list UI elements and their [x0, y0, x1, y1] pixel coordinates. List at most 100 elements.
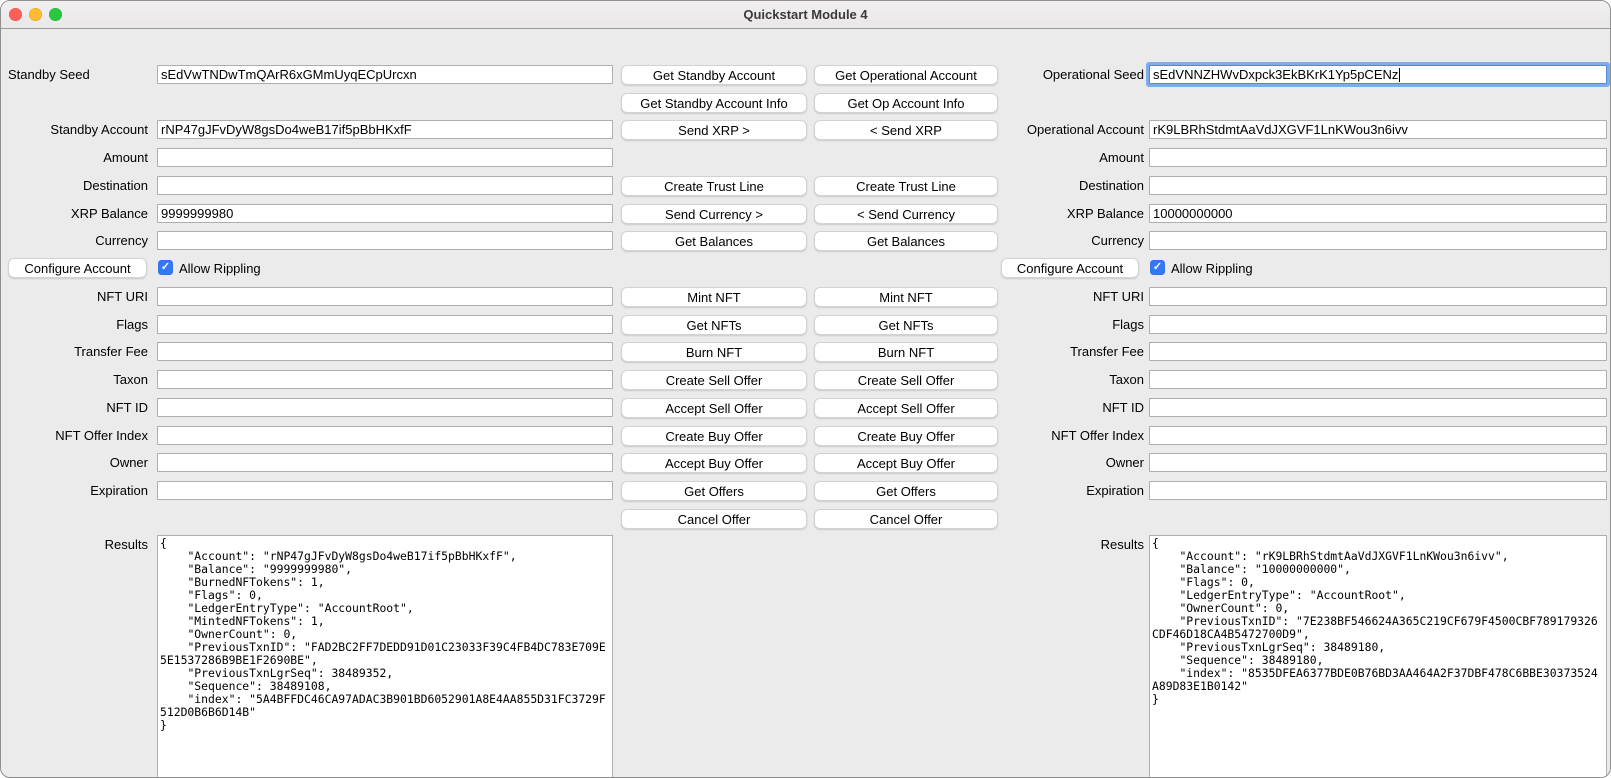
operational-transfer-fee-input[interactable] — [1149, 342, 1607, 361]
standby-taxon-input[interactable] — [157, 370, 613, 389]
standby-flags-input[interactable] — [157, 315, 613, 334]
standby-currency-input[interactable] — [157, 231, 613, 250]
standby-account-input[interactable] — [157, 120, 613, 139]
standby-nft-id-label: NFT ID — [1, 398, 148, 417]
operational-nft-offer-index-input[interactable] — [1149, 426, 1607, 445]
standby-create-sell-offer-button[interactable]: Create Sell Offer — [621, 370, 807, 390]
text-caret — [1399, 68, 1400, 82]
operational-cancel-offer-button[interactable]: Cancel Offer — [814, 509, 998, 529]
standby-allow-rippling-checkbox[interactable] — [158, 260, 173, 275]
standby-nft-uri-label: NFT URI — [1, 287, 148, 306]
minimize-button[interactable] — [29, 8, 42, 21]
operational-taxon-label: Taxon — [997, 370, 1144, 389]
operational-burn-nft-button[interactable]: Burn NFT — [814, 342, 998, 362]
operational-owner-label: Owner — [997, 453, 1144, 472]
standby-nft-offer-index-label: NFT Offer Index — [1, 426, 148, 445]
standby-get-balances-button[interactable]: Get Balances — [621, 231, 807, 251]
standby-create-trust-line-button[interactable]: Create Trust Line — [621, 176, 807, 196]
standby-xrp-balance-input[interactable] — [157, 204, 613, 223]
operational-owner-input[interactable] — [1149, 453, 1607, 472]
standby-amount-label: Amount — [1, 148, 148, 167]
operational-destination-input[interactable] — [1149, 176, 1607, 195]
operational-get-offers-button[interactable]: Get Offers — [814, 481, 998, 501]
standby-configure-account-button[interactable]: Configure Account — [8, 258, 147, 278]
get-operational-account-button[interactable]: Get Operational Account — [814, 65, 998, 85]
operational-expiration-label: Expiration — [997, 481, 1144, 500]
send-currency-to-operational-button[interactable]: Send Currency > — [621, 204, 807, 224]
standby-seed-input[interactable] — [157, 65, 613, 84]
standby-account-label: Standby Account — [1, 120, 148, 139]
standby-flags-label: Flags — [1, 315, 148, 334]
operational-taxon-input[interactable] — [1149, 370, 1607, 389]
standby-results-textarea[interactable]: { "Account": "rNP47gJFvDyW8gsDo4weB17if5… — [157, 535, 613, 778]
standby-expiration-input[interactable] — [157, 481, 613, 500]
standby-owner-label: Owner — [1, 453, 148, 472]
operational-expiration-input[interactable] — [1149, 481, 1607, 500]
standby-create-buy-offer-button[interactable]: Create Buy Offer — [621, 426, 807, 446]
operational-get-nfts-button[interactable]: Get NFTs — [814, 315, 998, 335]
standby-destination-input[interactable] — [157, 176, 613, 195]
operational-create-sell-offer-button[interactable]: Create Sell Offer — [814, 370, 998, 390]
standby-nft-uri-input[interactable] — [157, 287, 613, 306]
titlebar: Quickstart Module 4 — [1, 1, 1610, 29]
standby-accept-sell-offer-button[interactable]: Accept Sell Offer — [621, 398, 807, 418]
operational-seed-label: Operational Seed — [997, 65, 1144, 84]
standby-burn-nft-button[interactable]: Burn NFT — [621, 342, 807, 362]
app-window: Quickstart Module 4 Standby Seed Standby… — [0, 0, 1611, 778]
standby-nft-id-input[interactable] — [157, 398, 613, 417]
operational-seed-input[interactable]: sEdVNNZHWvDxpck3EkBKrK1Yp5pCENz — [1149, 65, 1607, 84]
standby-results-label: Results — [1, 535, 148, 554]
standby-accept-buy-offer-button[interactable]: Accept Buy Offer — [621, 453, 807, 473]
operational-account-label: Operational Account — [997, 120, 1144, 139]
window-title: Quickstart Module 4 — [1, 1, 1610, 28]
operational-flags-label: Flags — [997, 315, 1144, 334]
send-currency-to-standby-button[interactable]: < Send Currency — [814, 204, 998, 224]
operational-account-input[interactable] — [1149, 120, 1607, 139]
get-op-account-info-button[interactable]: Get Op Account Info — [814, 93, 998, 113]
operational-nft-id-label: NFT ID — [997, 398, 1144, 417]
operational-transfer-fee-label: Transfer Fee — [997, 342, 1144, 361]
get-standby-account-button[interactable]: Get Standby Account — [621, 65, 807, 85]
operational-create-buy-offer-button[interactable]: Create Buy Offer — [814, 426, 998, 446]
operational-allow-rippling-checkbox[interactable] — [1150, 260, 1165, 275]
standby-get-nfts-button[interactable]: Get NFTs — [621, 315, 807, 335]
standby-xrp-balance-label: XRP Balance — [1, 204, 148, 223]
operational-configure-account-button[interactable]: Configure Account — [1001, 258, 1139, 278]
operational-nft-id-input[interactable] — [1149, 398, 1607, 417]
standby-transfer-fee-label: Transfer Fee — [1, 342, 148, 361]
standby-mint-nft-button[interactable]: Mint NFT — [621, 287, 807, 307]
operational-nft-uri-input[interactable] — [1149, 287, 1607, 306]
standby-amount-input[interactable] — [157, 148, 613, 167]
operational-mint-nft-button[interactable]: Mint NFT — [814, 287, 998, 307]
operational-results-label: Results — [997, 535, 1144, 554]
standby-transfer-fee-input[interactable] — [157, 342, 613, 361]
standby-expiration-label: Expiration — [1, 481, 148, 500]
operational-accept-sell-offer-button[interactable]: Accept Sell Offer — [814, 398, 998, 418]
operational-allow-rippling-label: Allow Rippling — [1171, 258, 1253, 277]
operational-flags-input[interactable] — [1149, 315, 1607, 334]
operational-xrp-balance-label: XRP Balance — [997, 204, 1144, 223]
operational-xrp-balance-input[interactable] — [1149, 204, 1607, 223]
operational-nft-offer-index-label: NFT Offer Index — [997, 426, 1144, 445]
operational-currency-input[interactable] — [1149, 231, 1607, 250]
standby-allow-rippling-label: Allow Rippling — [179, 258, 261, 277]
operational-accept-buy-offer-button[interactable]: Accept Buy Offer — [814, 453, 998, 473]
operational-amount-label: Amount — [997, 148, 1144, 167]
operational-get-balances-button[interactable]: Get Balances — [814, 231, 998, 251]
main-content: Standby Seed Standby Account Amount Dest… — [1, 29, 1610, 777]
standby-cancel-offer-button[interactable]: Cancel Offer — [621, 509, 807, 529]
standby-owner-input[interactable] — [157, 453, 613, 472]
standby-nft-offer-index-input[interactable] — [157, 426, 613, 445]
operational-amount-input[interactable] — [1149, 148, 1607, 167]
operational-nft-uri-label: NFT URI — [997, 287, 1144, 306]
close-button[interactable] — [9, 8, 22, 21]
get-standby-account-info-button[interactable]: Get Standby Account Info — [621, 93, 807, 113]
operational-results-textarea[interactable]: { "Account": "rK9LBRhStdmtAaVdJXGVF1LnKW… — [1149, 535, 1607, 778]
standby-destination-label: Destination — [1, 176, 148, 195]
standby-currency-label: Currency — [1, 231, 148, 250]
zoom-button[interactable] — [49, 8, 62, 21]
send-xrp-to-operational-button[interactable]: Send XRP > — [621, 120, 807, 140]
send-xrp-to-standby-button[interactable]: < Send XRP — [814, 120, 998, 140]
standby-get-offers-button[interactable]: Get Offers — [621, 481, 807, 501]
operational-create-trust-line-button[interactable]: Create Trust Line — [814, 176, 998, 196]
